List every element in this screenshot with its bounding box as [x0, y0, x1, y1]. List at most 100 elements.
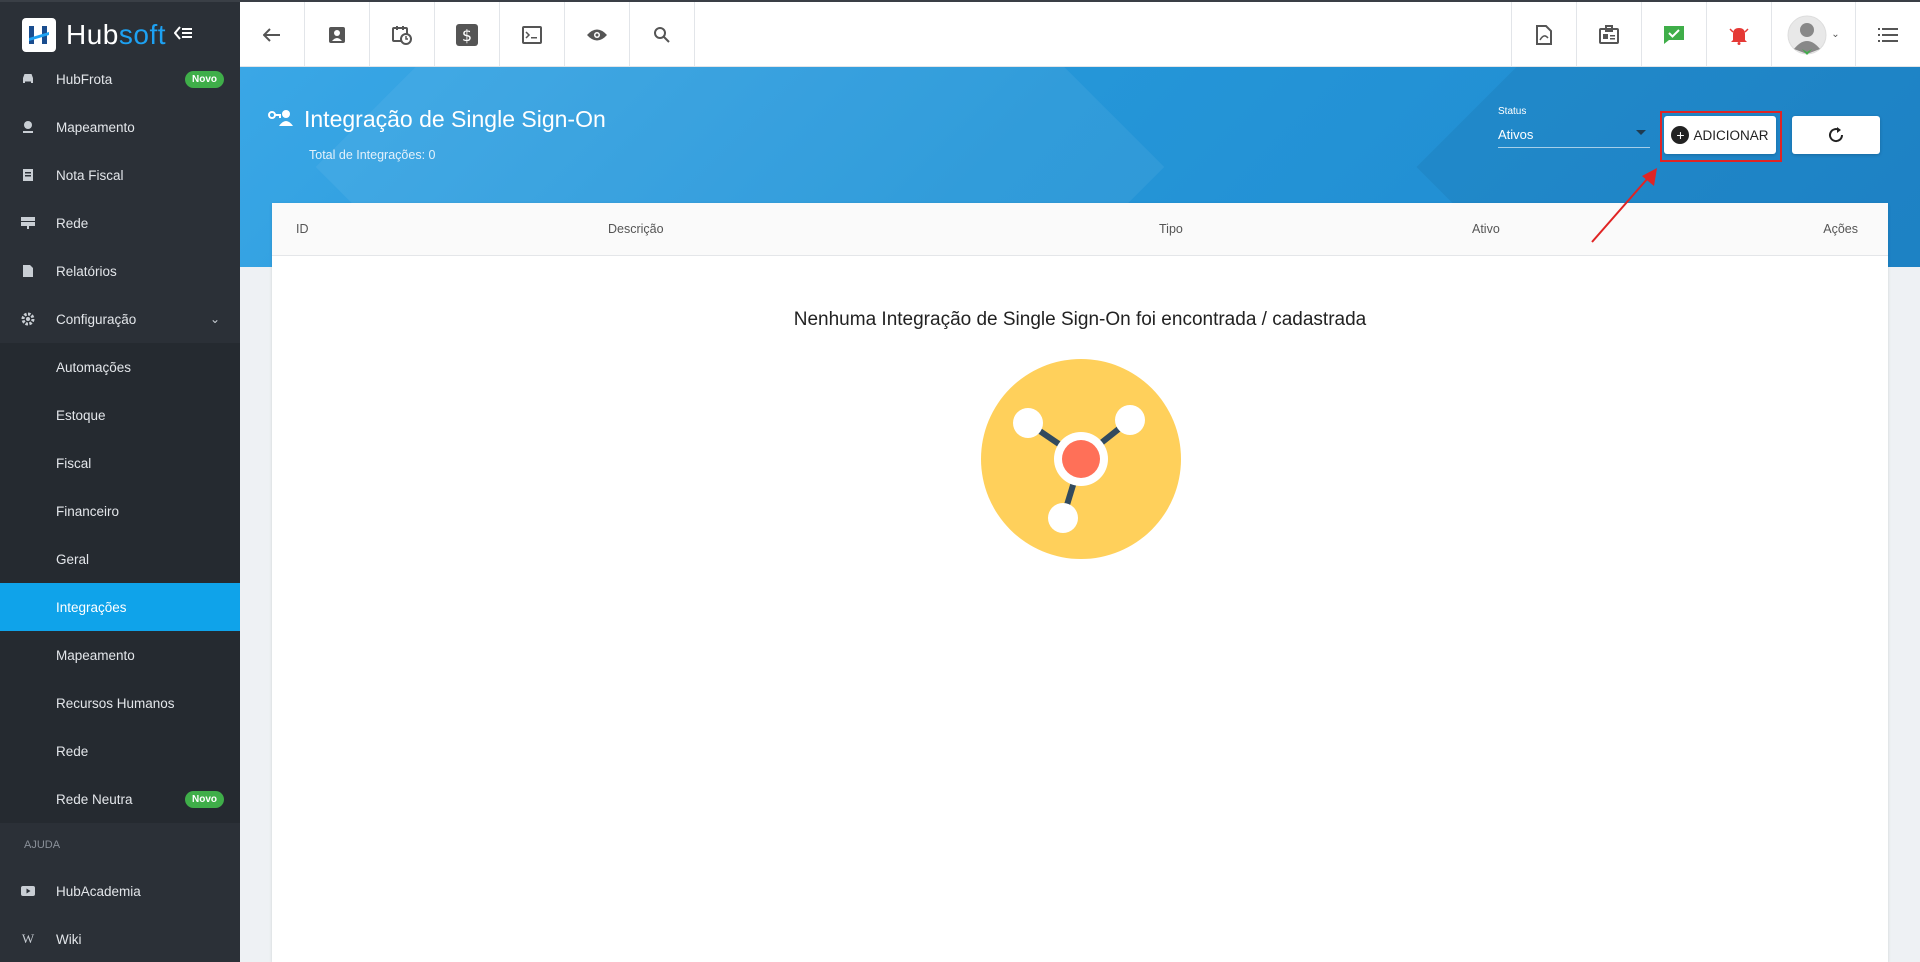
sidebar-item-label: Fiscal [56, 455, 92, 471]
sidebar-subitem-rede-neutra[interactable]: Rede Neutra Novo [0, 775, 240, 823]
pdf-file-icon [1536, 24, 1552, 45]
user-key-icon [268, 106, 294, 133]
chevron-down-icon: ⌄ [1831, 29, 1840, 40]
bell-alert-icon [1729, 27, 1749, 45]
pdf-button[interactable] [1511, 2, 1576, 67]
user-menu-button[interactable]: ⌄ [1771, 2, 1855, 67]
empty-state-message: Nenhuma Integração de Single Sign-On foi… [793, 309, 1367, 330]
sidebar-item-label: HubAcademia [56, 883, 141, 899]
sidebar-item-hubfrota[interactable]: HubFrota Novo [0, 55, 240, 103]
section-label-ajuda: AJUDA [0, 823, 240, 867]
sidebar-subitem-financeiro[interactable]: Financeiro [0, 487, 240, 535]
sidebar-item-mapeamento[interactable]: Mapeamento [0, 103, 240, 151]
map-pin-icon [0, 120, 56, 134]
sidebar-item-label: Configuração [56, 311, 137, 327]
billing-button[interactable]: $ [435, 2, 500, 67]
contact-card-icon [329, 26, 345, 43]
column-header-id[interactable]: ID [296, 222, 309, 236]
terminal-button[interactable] [500, 2, 565, 67]
gear-icon [0, 312, 56, 326]
report-icon [0, 264, 56, 278]
sidebar-item-label: Estoque [56, 407, 106, 423]
chat-check-icon [1664, 25, 1684, 44]
search-icon [654, 26, 670, 43]
status-label: Status [1498, 106, 1527, 117]
collapse-menu-icon[interactable] [173, 23, 193, 46]
sidebar-item-label: Nota Fiscal [56, 167, 124, 183]
sidebar-item-wiki[interactable]: W Wiki [0, 915, 240, 962]
sidebar-subitem-recursos-humanos[interactable]: Recursos Humanos [0, 679, 240, 727]
messages-button[interactable] [1641, 2, 1706, 67]
eye-icon [587, 29, 607, 40]
id-badge-icon [1599, 24, 1619, 44]
page-title: Integração de Single Sign-On [268, 106, 606, 133]
car-icon [0, 73, 56, 85]
svg-text:$: $ [462, 26, 472, 45]
sidebar-item-label: Recursos Humanos [56, 695, 175, 711]
sidebar-item-label: Financeiro [56, 503, 120, 519]
toolbar-right: ⌄ [1511, 2, 1920, 67]
sidebar-item-label: Mapeamento [56, 119, 135, 135]
sidebar-subitem-rede[interactable]: Rede [0, 727, 240, 775]
new-badge: Novo [185, 790, 224, 808]
list-menu-button[interactable] [1855, 2, 1920, 67]
id-badge-button[interactable] [1576, 2, 1641, 67]
sidebar: Hubsoft HubFrota Novo Mapeamento Nota Fi… [0, 0, 240, 962]
config-submenu: Automações Estoque Fiscal Financeiro Ger… [0, 343, 240, 823]
sidebar-item-rede[interactable]: Rede [0, 199, 240, 247]
wikipedia-icon: W [21, 931, 35, 946]
sidebar-item-relatorios[interactable]: Relatórios [0, 247, 240, 295]
sidebar-item-nota-fiscal[interactable]: Nota Fiscal [0, 151, 240, 199]
new-badge: Novo [185, 70, 224, 88]
brand-name: Hubsoft [66, 18, 167, 50]
dollar-icon: $ [456, 23, 478, 46]
column-header-ativo[interactable]: Ativo [1472, 222, 1500, 236]
sidebar-subitem-integracoes[interactable]: Integrações [0, 583, 240, 631]
highlight-box [1660, 111, 1782, 162]
dropdown-arrow-icon [1636, 130, 1646, 135]
sidebar-item-label: Relatórios [56, 263, 117, 279]
column-header-tipo[interactable]: Tipo [1159, 222, 1183, 236]
contact-card-button[interactable] [305, 2, 370, 67]
sidebar-item-hubacademia[interactable]: HubAcademia [0, 867, 240, 915]
sidebar-item-label: Mapeamento [56, 647, 135, 663]
sidebar-item-label: Wiki [56, 931, 82, 947]
sidebar-subitem-automacoes[interactable]: Automações [0, 343, 240, 391]
network-icon [0, 217, 56, 229]
table-header: ID Descrição Tipo Ativo Ações [272, 203, 1888, 256]
sidebar-item-label: Geral [56, 551, 90, 567]
sidebar-subitem-geral[interactable]: Geral [0, 535, 240, 583]
sidebar-subitem-fiscal[interactable]: Fiscal [0, 439, 240, 487]
terminal-icon [522, 25, 542, 44]
hubsoft-logo-icon [22, 17, 56, 52]
sidebar-item-label: Integrações [56, 599, 127, 615]
refresh-button[interactable] [1792, 116, 1880, 154]
status-select-value: Ativos [1498, 127, 1534, 142]
refresh-icon [1829, 127, 1844, 143]
top-toolbar: $ ⌄ [240, 0, 1920, 67]
sidebar-subitem-mapeamento[interactable]: Mapeamento [0, 631, 240, 679]
sidebar-subitem-estoque[interactable]: Estoque [0, 391, 240, 439]
page-title-text: Integração de Single Sign-On [304, 106, 606, 132]
youtube-icon [0, 886, 56, 896]
column-header-descricao[interactable]: Descrição [608, 222, 664, 236]
sidebar-item-configuracao[interactable]: Configuração ⌄ [0, 295, 240, 343]
sidebar-item-label: Rede Neutra [56, 791, 133, 807]
status-select[interactable]: Ativos [1498, 122, 1650, 148]
sidebar-item-label: Rede [56, 215, 89, 231]
search-button[interactable] [630, 2, 695, 67]
receipt-icon [0, 168, 56, 182]
integrations-table-card: ID Descrição Tipo Ativo Ações Nenhuma In… [272, 203, 1888, 962]
page-subtitle: Total de Integrações: 0 [309, 148, 436, 162]
avatar [1787, 15, 1827, 55]
sidebar-item-label: HubFrota [56, 71, 113, 87]
network-hub-illustration-icon [981, 359, 1181, 559]
chevron-down-icon: ⌄ [209, 312, 220, 326]
back-button[interactable] [240, 2, 305, 67]
sidebar-item-label: Rede [56, 743, 89, 759]
arrow-left-icon [263, 27, 280, 42]
alerts-button[interactable] [1706, 2, 1771, 67]
calendar-clock-button[interactable] [370, 2, 435, 67]
list-icon [1878, 27, 1898, 42]
view-button[interactable] [565, 2, 630, 67]
